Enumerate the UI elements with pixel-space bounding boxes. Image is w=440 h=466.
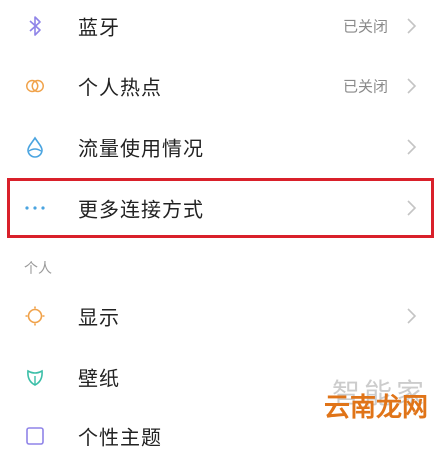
settings-item-hotspot[interactable]: 个人热点 已关闭	[0, 56, 440, 116]
settings-item-display[interactable]: 显示	[0, 286, 440, 346]
hotspot-icon	[24, 75, 46, 97]
wallpaper-icon	[24, 366, 46, 388]
display-icon	[24, 305, 46, 327]
settings-item-label: 壁纸	[78, 366, 120, 391]
settings-item-label: 流量使用情况	[78, 136, 204, 161]
settings-item-bluetooth[interactable]: 蓝牙 已关闭	[0, 0, 440, 56]
status-text: 已关闭	[342, 77, 388, 96]
chevron-right-icon	[404, 137, 418, 157]
chevron-right-icon	[404, 16, 418, 36]
section-header-personal: 个人	[24, 261, 52, 277]
data-usage-icon	[24, 136, 46, 158]
watermark-bottom-text: 云南龙网	[323, 393, 428, 423]
settings-item-data-usage[interactable]: 流量使用情况	[0, 117, 440, 177]
theme-icon	[24, 425, 46, 447]
highlight-box	[7, 178, 434, 238]
settings-item-label: 蓝牙	[78, 15, 120, 40]
chevron-right-icon	[404, 306, 418, 326]
status-text: 已关闭	[342, 17, 388, 36]
settings-item-label: 个人热点	[78, 75, 162, 100]
chevron-right-icon	[404, 76, 418, 96]
settings-item-label: 个性主题	[78, 425, 162, 450]
settings-item-label: 显示	[78, 305, 120, 330]
bluetooth-icon	[24, 15, 46, 37]
watermark: 智能家 云南龙网	[278, 372, 428, 424]
